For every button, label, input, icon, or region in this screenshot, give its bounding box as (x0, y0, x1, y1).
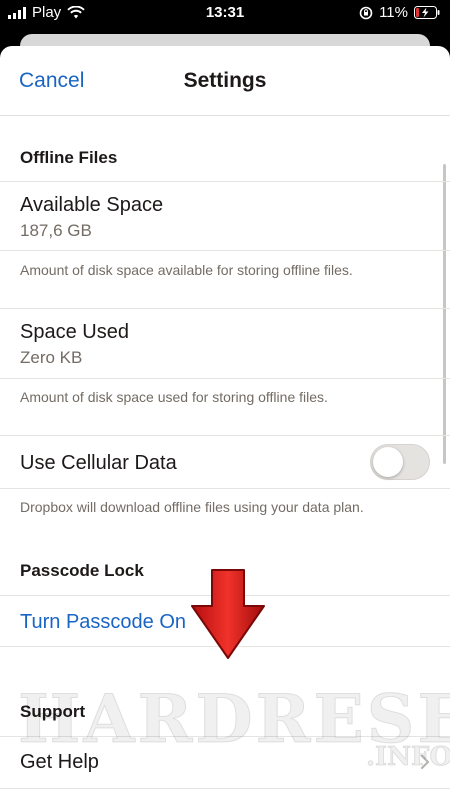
battery-charging-icon (414, 6, 440, 19)
divider (0, 488, 450, 489)
scrollbar[interactable] (443, 164, 446, 464)
divider (0, 250, 450, 251)
divider (0, 378, 450, 379)
divider (0, 181, 450, 182)
toggle-knob (373, 447, 403, 477)
watermark-sub: .INFO (365, 742, 450, 773)
divider (0, 435, 450, 436)
battery-percent: 11% (379, 4, 408, 21)
down-arrow-icon (191, 569, 265, 659)
cellular-data-toggle[interactable] (370, 444, 430, 480)
available-space-value: 187,6 GB (20, 221, 92, 240)
nav-bar: Cancel Settings (0, 46, 450, 116)
section-header-passcode-lock: Passcode Lock (20, 561, 144, 580)
page-title: Settings (183, 69, 267, 92)
available-space-footnote: Amount of disk space available for stori… (20, 262, 353, 278)
space-used-value: Zero KB (20, 348, 83, 367)
status-right: 11% (359, 4, 440, 21)
turn-passcode-on-button[interactable]: Turn Passcode On (20, 611, 186, 634)
section-header-offline-files: Offline Files (20, 148, 118, 167)
space-used-title: Space Used (20, 321, 129, 343)
cellular-data-title: Use Cellular Data (20, 452, 177, 474)
orientation-lock-icon (359, 6, 373, 19)
space-used-footnote: Amount of disk space used for storing of… (20, 389, 328, 405)
cellular-data-footnote: Dropbox will download offline files usin… (20, 499, 364, 515)
divider (0, 788, 450, 789)
available-space-title: Available Space (20, 194, 164, 216)
status-bar: Play 13:31 11% (0, 0, 450, 26)
divider (0, 308, 450, 309)
